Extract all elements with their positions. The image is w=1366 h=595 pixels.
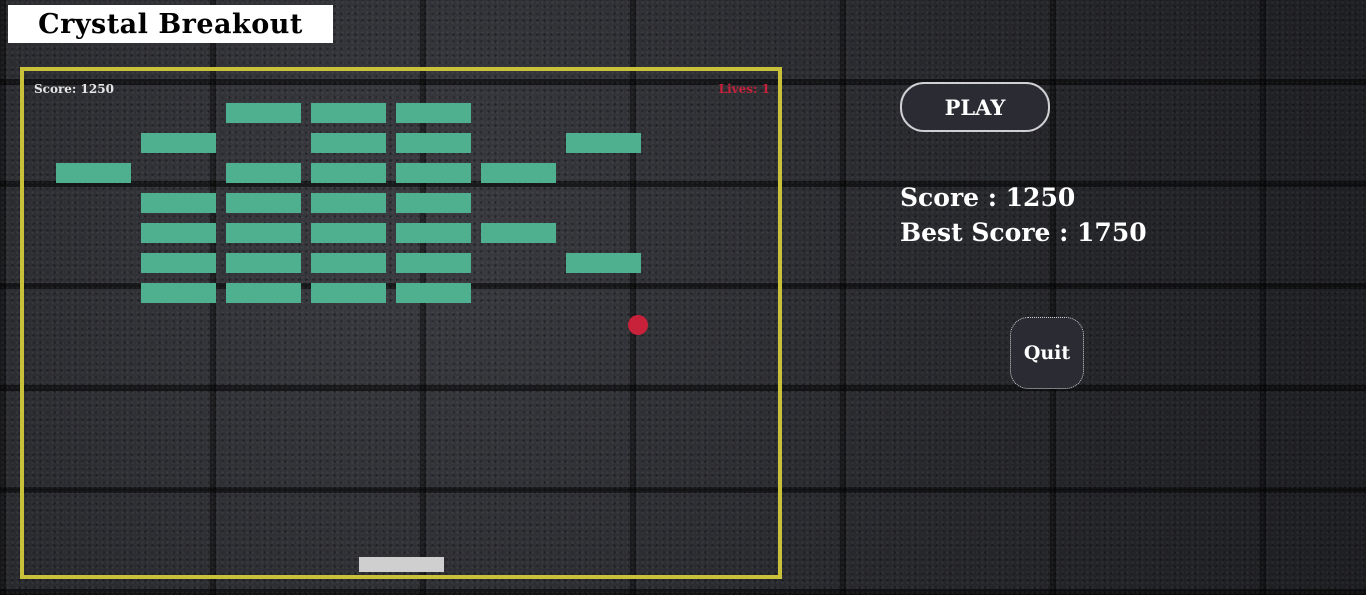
brick	[396, 283, 471, 303]
brick	[481, 223, 556, 243]
title-banner: Crystal Breakout	[8, 5, 333, 43]
brick	[226, 223, 301, 243]
brick	[311, 163, 386, 183]
brick	[396, 223, 471, 243]
best-score-display: Best Score : 1750	[900, 218, 1147, 247]
brick	[311, 283, 386, 303]
paddle[interactable]	[359, 557, 444, 572]
brick	[396, 133, 471, 153]
brick	[396, 163, 471, 183]
brick	[566, 133, 641, 153]
brick	[226, 283, 301, 303]
play-button[interactable]: PLAY	[900, 82, 1050, 132]
brick	[141, 283, 216, 303]
stats-panel: Score : 1250 Best Score : 1750	[900, 180, 1147, 250]
brick	[396, 103, 471, 123]
page-title: Crystal Breakout	[38, 8, 303, 40]
game-page: { "page_title": "Crystal Breakout", "hud…	[0, 0, 1366, 595]
brick	[311, 193, 386, 213]
hud-score: Score: 1250	[34, 82, 114, 96]
brick	[481, 163, 556, 183]
brick	[311, 223, 386, 243]
brick	[141, 223, 216, 243]
brick	[141, 133, 216, 153]
quit-button[interactable]: Quit	[1010, 317, 1084, 389]
brick	[311, 253, 386, 273]
game-board[interactable]: Score: 1250 Lives: 1	[20, 67, 782, 579]
brick	[226, 103, 301, 123]
score-display: Score : 1250	[900, 183, 1076, 212]
brick	[396, 193, 471, 213]
brick	[566, 253, 641, 273]
hud-lives: Lives: 1	[718, 82, 770, 96]
brick	[141, 253, 216, 273]
brick	[226, 253, 301, 273]
brick	[141, 193, 216, 213]
brick	[226, 163, 301, 183]
brick	[311, 103, 386, 123]
brick	[226, 193, 301, 213]
brick	[311, 133, 386, 153]
ball	[628, 315, 648, 335]
brick	[396, 253, 471, 273]
brick	[56, 163, 131, 183]
